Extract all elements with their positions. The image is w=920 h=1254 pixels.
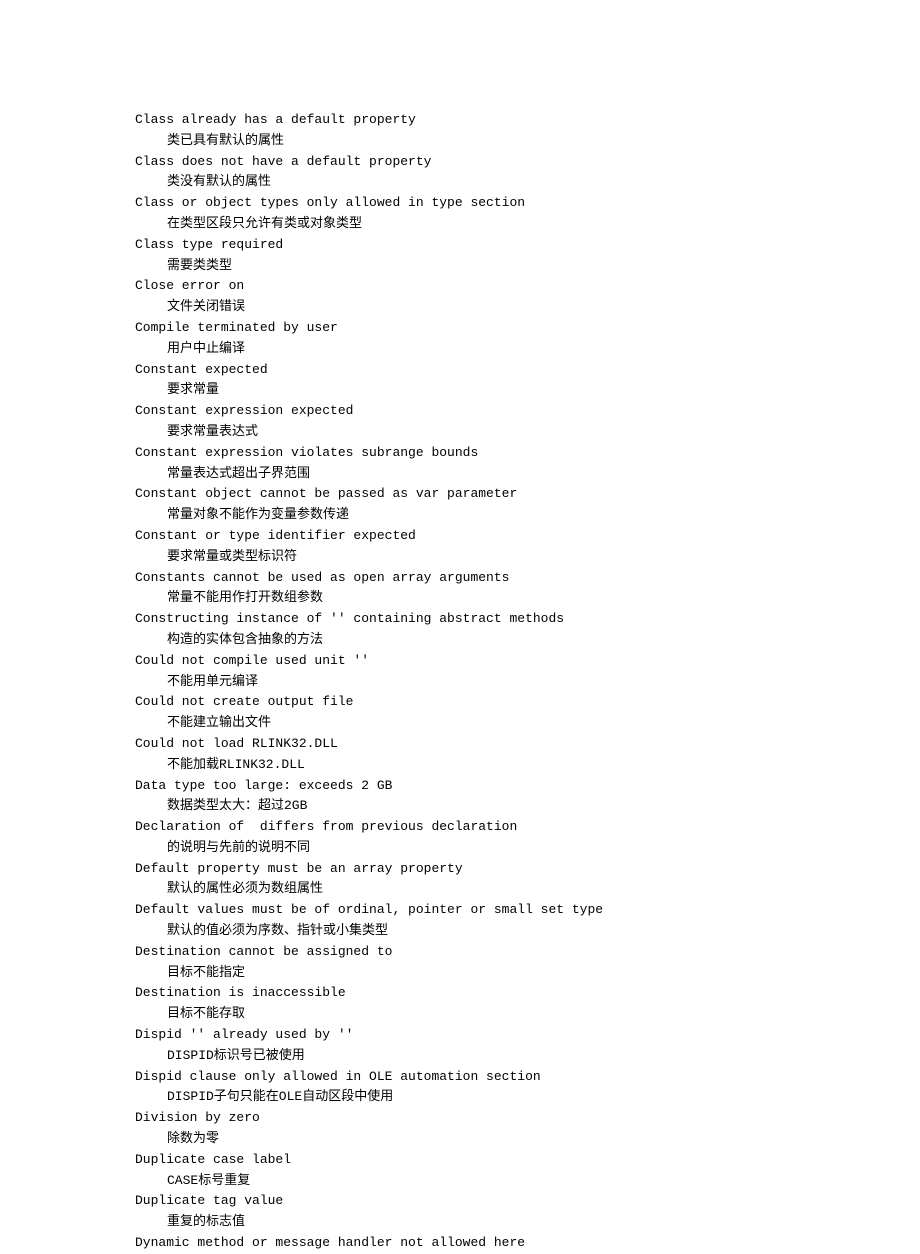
error-chinese: 重复的标志值 [135,1212,920,1233]
error-entry: Class already has a default property类已具有… [135,110,920,152]
error-chinese: DISPID子句只能在OLE自动区段中使用 [135,1087,920,1108]
error-entry: Declaration of differs from previous dec… [135,817,920,859]
error-english: Destination cannot be assigned to [135,942,920,963]
error-entry: Dispid clause only allowed in OLE automa… [135,1067,920,1109]
error-entry: Default values must be of ordinal, point… [135,900,920,942]
error-entry: Constant expected要求常量 [135,360,920,402]
error-entry: Dispid '' already used by ''DISPID标识号已被使… [135,1025,920,1067]
error-chinese: 要求常量表达式 [135,422,920,443]
error-entry: Close error on文件关闭错误 [135,276,920,318]
error-chinese: 用户中止编译 [135,339,920,360]
error-entry: Constant or type identifier expected要求常量… [135,526,920,568]
error-english: Class already has a default property [135,110,920,131]
error-entry: Default property must be an array proper… [135,859,920,901]
error-english: Duplicate case label [135,1150,920,1171]
error-english: Data type too large: exceeds 2 GB [135,776,920,797]
error-chinese: 不能用单元编译 [135,672,920,693]
error-chinese: 要求常量或类型标识符 [135,547,920,568]
error-chinese: 默认的值必须为序数、指针或小集类型 [135,921,920,942]
error-entry: Division by zero除数为零 [135,1108,920,1150]
error-english: Duplicate tag value [135,1191,920,1212]
error-english: Class type required [135,235,920,256]
error-chinese: 文件关闭错误 [135,297,920,318]
error-entry: Duplicate case labelCASE标号重复 [135,1150,920,1192]
error-english: Constant expression violates subrange bo… [135,443,920,464]
error-english: Class or object types only allowed in ty… [135,193,920,214]
error-english: Could not load RLINK32.DLL [135,734,920,755]
error-chinese: 不能建立输出文件 [135,713,920,734]
error-chinese: 目标不能指定 [135,963,920,984]
error-chinese: 不能加载RLINK32.DLL [135,755,920,776]
error-chinese: 数据类型太大：超过2GB [135,796,920,817]
error-chinese: 常量不能用作打开数组参数 [135,588,920,609]
error-english: Constants cannot be used as open array a… [135,568,920,589]
error-messages-list: Class already has a default property类已具有… [135,110,920,1254]
error-entry: Class does not have a default property类没… [135,152,920,194]
error-entry: Constant expression violates subrange bo… [135,443,920,485]
error-entry: Class or object types only allowed in ty… [135,193,920,235]
error-entry: Constants cannot be used as open array a… [135,568,920,610]
error-chinese: 需要类类型 [135,256,920,277]
error-entry: Constructing instance of '' containing a… [135,609,920,651]
error-english: Class does not have a default property [135,152,920,173]
error-chinese: 类已具有默认的属性 [135,131,920,152]
error-english: Could not create output file [135,692,920,713]
error-entry: Constant expression expected要求常量表达式 [135,401,920,443]
error-chinese: 在类型区段只允许有类或对象类型 [135,214,920,235]
error-english: Dynamic method or message handler not al… [135,1233,920,1254]
error-entry: Could not compile used unit ''不能用单元编译 [135,651,920,693]
error-entry: Data type too large: exceeds 2 GB数据类型太大：… [135,776,920,818]
error-entry: Destination is inaccessible目标不能存取 [135,983,920,1025]
error-english: Declaration of differs from previous dec… [135,817,920,838]
error-english: Dispid '' already used by '' [135,1025,920,1046]
error-english: Constant expression expected [135,401,920,422]
error-chinese: 除数为零 [135,1129,920,1150]
error-english: Could not compile used unit '' [135,651,920,672]
error-entry: Constant object cannot be passed as var … [135,484,920,526]
error-english: Close error on [135,276,920,297]
error-english: Default values must be of ordinal, point… [135,900,920,921]
error-english: Constant expected [135,360,920,381]
error-english: Constructing instance of '' containing a… [135,609,920,630]
error-chinese: DISPID标识号已被使用 [135,1046,920,1067]
error-chinese: 要求常量 [135,380,920,401]
error-entry: Destination cannot be assigned to目标不能指定 [135,942,920,984]
error-entry: Dynamic method or message handler not al… [135,1233,920,1254]
error-chinese: 目标不能存取 [135,1004,920,1025]
error-chinese: 默认的属性必须为数组属性 [135,879,920,900]
error-entry: Could not create output file不能建立输出文件 [135,692,920,734]
error-chinese: CASE标号重复 [135,1171,920,1192]
error-english: Constant object cannot be passed as var … [135,484,920,505]
error-english: Dispid clause only allowed in OLE automa… [135,1067,920,1088]
error-entry: Could not load RLINK32.DLL不能加载RLINK32.DL… [135,734,920,776]
error-english: Compile terminated by user [135,318,920,339]
error-chinese: 的说明与先前的说明不同 [135,838,920,859]
error-chinese: 构造的实体包含抽象的方法 [135,630,920,651]
error-chinese: 类没有默认的属性 [135,172,920,193]
error-entry: Class type required需要类类型 [135,235,920,277]
error-english: Constant or type identifier expected [135,526,920,547]
error-chinese: 常量表达式超出子界范围 [135,464,920,485]
error-english: Destination is inaccessible [135,983,920,1004]
error-chinese: 常量对象不能作为变量参数传递 [135,505,920,526]
error-english: Default property must be an array proper… [135,859,920,880]
error-english: Division by zero [135,1108,920,1129]
error-entry: Compile terminated by user用户中止编译 [135,318,920,360]
error-entry: Duplicate tag value重复的标志值 [135,1191,920,1233]
